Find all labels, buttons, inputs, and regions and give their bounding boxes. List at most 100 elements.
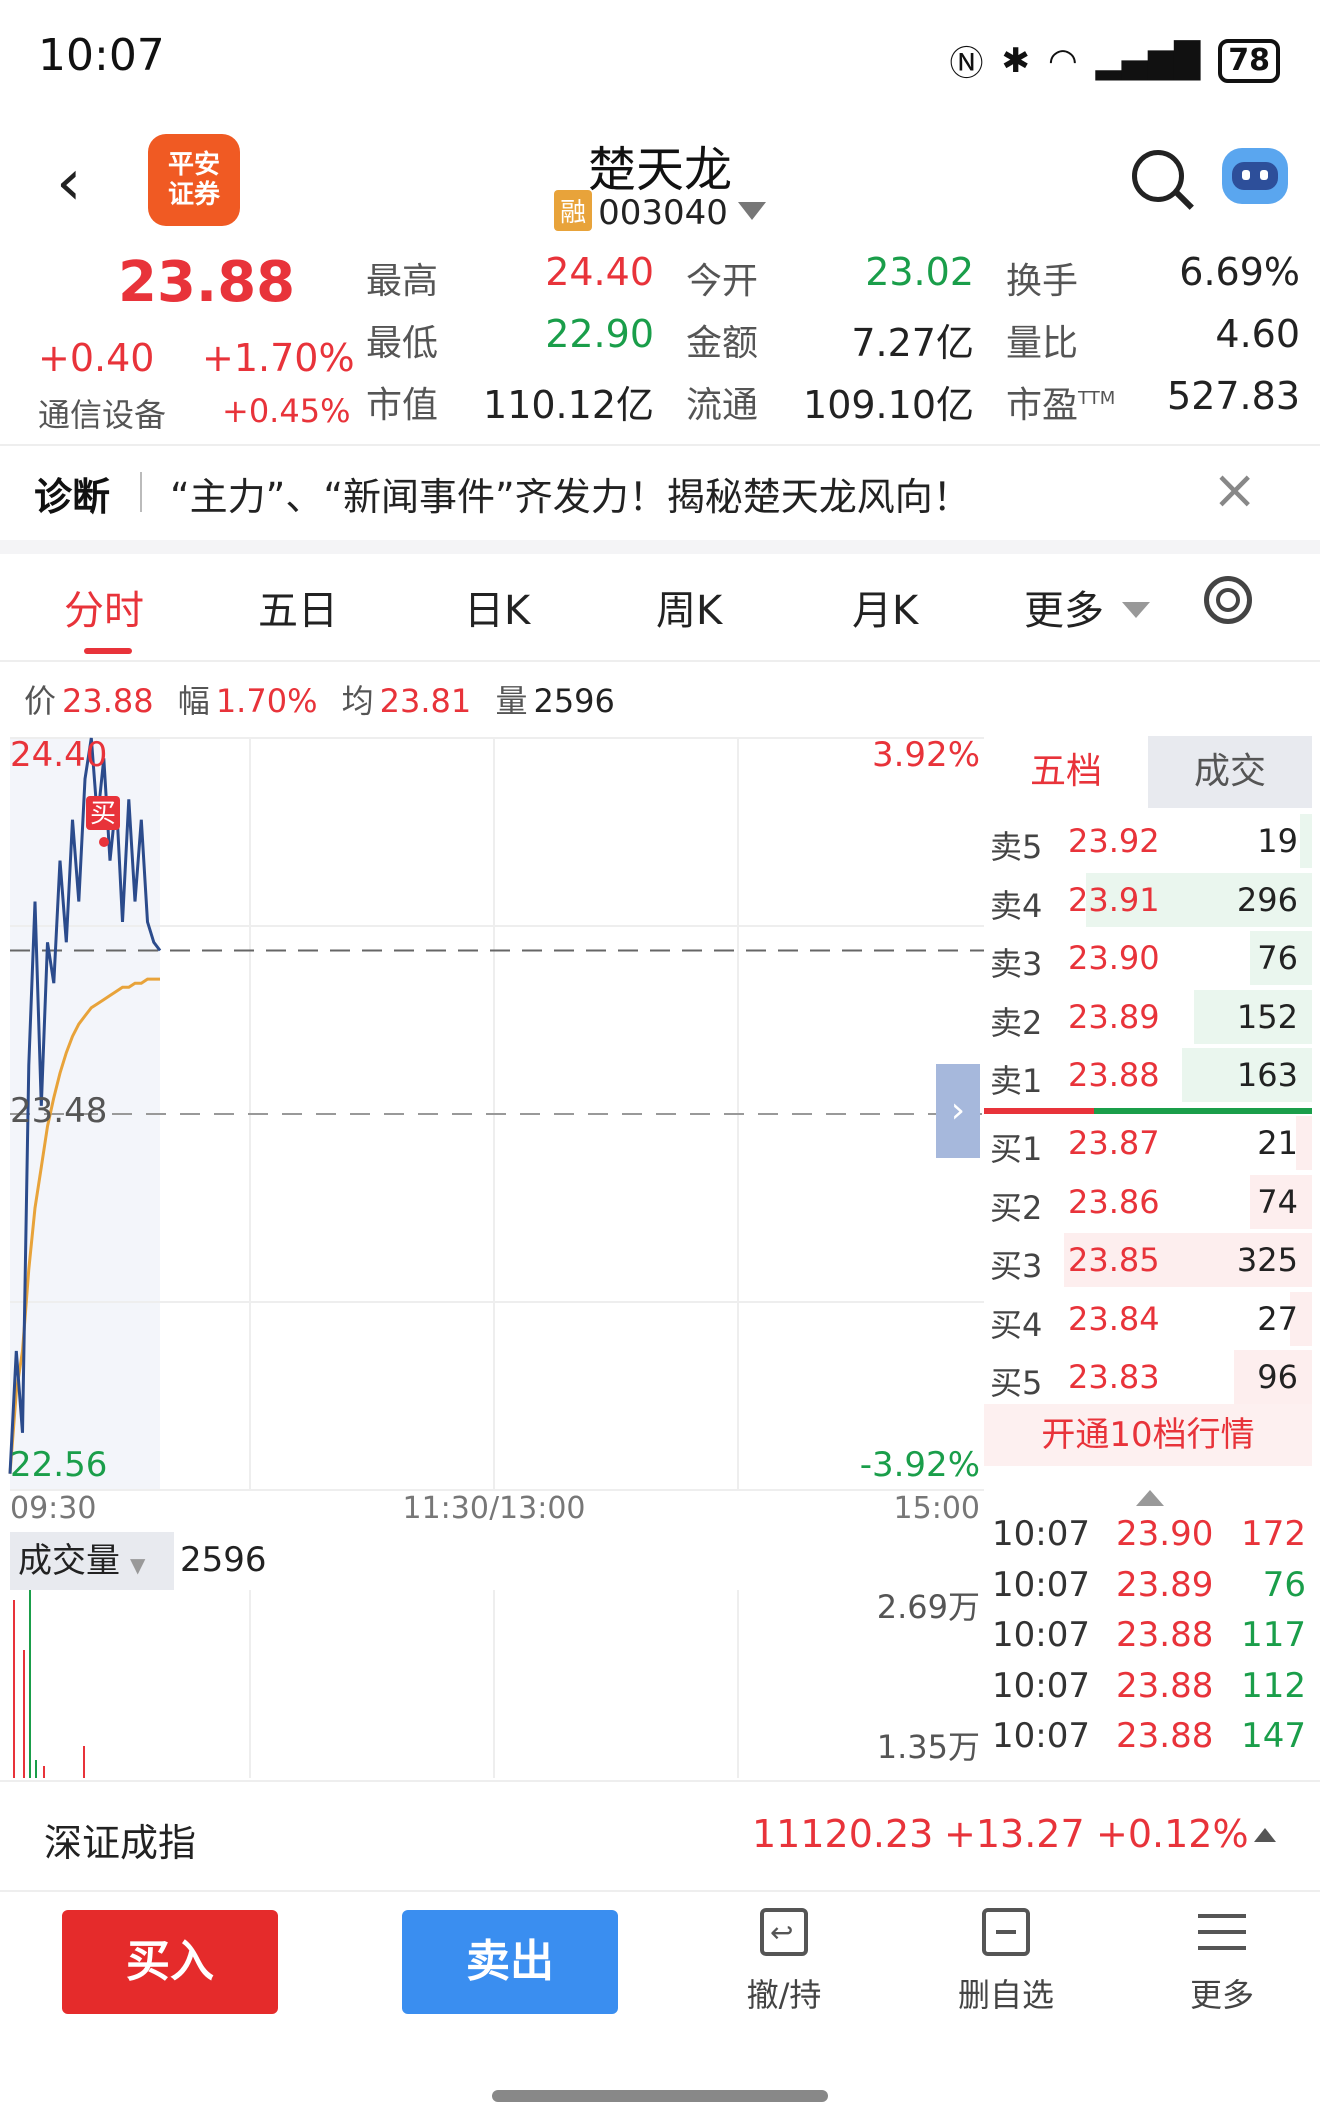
vol-label: 量	[495, 682, 528, 720]
x-label-open: 09:30	[10, 1491, 96, 1520]
home-indicator[interactable]	[492, 2090, 828, 2102]
quote-field-value: 24.40	[545, 250, 654, 294]
level-volume: 325	[1236, 1241, 1298, 1280]
ask-level-row[interactable]: 卖4 23.91 296	[984, 871, 1312, 929]
chevron-up-icon[interactable]	[1136, 1490, 1164, 1506]
level-label: 买4	[990, 1305, 1043, 1344]
trade-tick-row: 10:07 23.89 76	[984, 1565, 1312, 1615]
bid-ask-divider	[984, 1108, 1312, 1114]
chevron-up-icon[interactable]	[1254, 1828, 1276, 1842]
quote-panel: 23.88 +0.40 +1.70% 通信设备 +0.45% 最高 24.40 今开…	[0, 244, 1320, 446]
y-label-top: 24.40	[10, 735, 107, 775]
level-price: 23.88	[1068, 1056, 1160, 1095]
quote-field-label: 换手	[1006, 261, 1079, 302]
status-time: 10:07	[38, 30, 165, 81]
level-label: 买3	[990, 1247, 1043, 1286]
level-price: 23.87	[1068, 1124, 1160, 1162]
pct-label-bottom: -3.92%	[860, 1445, 980, 1485]
tab-five-levels[interactable]: 五档	[984, 736, 1148, 808]
volume-indicator-selector[interactable]: 成交量 ▼	[10, 1532, 174, 1590]
index-ticker[interactable]: 深证成指 11120.23 +13.27 +0.12%	[0, 1780, 1320, 1892]
tab-intraday[interactable]: 分时	[64, 578, 144, 636]
status-bar: 10:07 Ⓝ ✱ ◠ ▂▄▆█ 78	[0, 0, 1320, 110]
tick-price: 23.88	[1116, 1716, 1214, 1756]
search-icon[interactable]	[1132, 150, 1184, 202]
level-price: 23.86	[1068, 1182, 1160, 1221]
more-button[interactable]: 更多	[1162, 1908, 1282, 2016]
index-value: 11120.23	[752, 1812, 934, 1856]
bid-level-row[interactable]: 买5 23.83 96	[984, 1348, 1312, 1406]
bid-level-row[interactable]: 买1 23.87 21	[984, 1114, 1312, 1172]
pct-label-top: 3.92%	[872, 735, 980, 775]
gear-icon[interactable]	[1204, 576, 1252, 624]
level-volume: 19	[1257, 822, 1298, 860]
tab-daily-k[interactable]: 日K	[464, 578, 530, 636]
level-volume: 296	[1236, 880, 1298, 919]
level-volume: 27	[1257, 1299, 1298, 1338]
level-volume: 74	[1257, 1182, 1298, 1221]
robot-assistant-icon[interactable]	[1222, 148, 1288, 204]
tick-time: 10:07	[992, 1615, 1090, 1655]
tab-weekly-k[interactable]: 周K	[656, 578, 722, 636]
tick-time: 10:07	[992, 1564, 1090, 1605]
level-price: 23.92	[1068, 822, 1160, 860]
amp-label: 幅	[177, 682, 210, 720]
level-label: 卖4	[990, 886, 1043, 925]
industry-name[interactable]: 通信设备	[38, 390, 166, 436]
current-price: 23.88	[118, 250, 296, 315]
quote-field-label: 今开	[686, 261, 759, 302]
remove-watchlist-button[interactable]: 删自选	[946, 1908, 1066, 2016]
bid-level-row[interactable]: 买4 23.84 27	[984, 1290, 1312, 1348]
ask-level-row[interactable]: 卖1 23.88 163	[984, 1046, 1312, 1104]
tab-trades[interactable]: 成交	[1148, 736, 1312, 808]
ask-level-row[interactable]: 卖5 23.92 19	[984, 812, 1312, 870]
ask-level-row[interactable]: 卖2 23.89 152	[984, 988, 1312, 1046]
level-price: 23.83	[1068, 1358, 1160, 1397]
y-label-mid: 23.48	[10, 1091, 107, 1131]
bid-level-row[interactable]: 买2 23.86 74	[984, 1173, 1312, 1231]
tick-volume: 117	[1241, 1615, 1306, 1655]
quote-field-value: 7.27亿	[851, 321, 974, 365]
tab-five-day[interactable]: 五日	[258, 578, 338, 636]
index-name: 深证成指	[44, 1821, 197, 1865]
depth-bar	[1296, 1116, 1312, 1170]
level-volume: 96	[1257, 1358, 1298, 1397]
close-icon[interactable]: ×	[1212, 458, 1257, 521]
ttm-superscript: TTM	[1078, 388, 1116, 409]
stock-header: ‹ 平安 证券 楚天龙 融 003040	[0, 110, 1320, 240]
tick-price: 23.88	[1116, 1615, 1214, 1655]
buy-marker-label: 买	[90, 799, 116, 829]
level-price: 23.89	[1068, 997, 1160, 1036]
stock-code-selector[interactable]: 融 003040	[0, 190, 1320, 233]
price-change-pct: +1.70%	[202, 336, 355, 380]
upgrade-level10-button[interactable]: 开通10档行情	[984, 1404, 1312, 1466]
sell-button[interactable]: 卖出	[402, 1910, 618, 2014]
bluetooth-icon: ✱	[1001, 40, 1030, 81]
chevron-down-icon	[1122, 602, 1150, 618]
buy-button[interactable]: 买入	[62, 1910, 278, 2014]
quote-field-label: 金额	[686, 323, 759, 364]
quote-field-value: 4.60	[1215, 312, 1300, 356]
tab-underline	[84, 648, 132, 654]
intraday-chart[interactable]: 买 24.40 23.48 22.56 3.92% -3.92% 09:30 1…	[0, 730, 984, 1520]
cancel-hold-button[interactable]: ↩ 撤/持	[724, 1908, 844, 2016]
x-label-mid: 11:30/13:00	[402, 1491, 585, 1520]
tab-monthly-k[interactable]: 月K	[852, 578, 918, 636]
quote-field-value: 22.90	[545, 312, 654, 356]
quote-field-label: 市盈TTM	[1006, 385, 1116, 426]
nfc-icon: Ⓝ	[949, 44, 984, 84]
diagnosis-banner[interactable]: 诊断 “主力”、“新闻事件”齐发力！揭秘楚天龙风向！ ×	[0, 448, 1320, 554]
tick-time: 10:07	[992, 1514, 1090, 1554]
chart-tabs: 分时 五日 日K 周K 月K 更多	[0, 556, 1320, 662]
bid-level-row[interactable]: 买3 23.85 325	[984, 1231, 1312, 1289]
ask-level-row[interactable]: 卖3 23.90 76	[984, 929, 1312, 987]
divider	[140, 472, 142, 512]
tab-more[interactable]: 更多	[1024, 578, 1150, 636]
index-change-pct: +0.12%	[1096, 1812, 1249, 1856]
amp-value: 1.70%	[215, 682, 318, 720]
quote-field-label: 最高	[366, 261, 439, 302]
stock-code: 003040	[598, 193, 728, 233]
level-price: 23.84	[1068, 1299, 1160, 1338]
diagnosis-text: “主力”、“新闻事件”齐发力！揭秘楚天龙风向！	[170, 475, 971, 519]
tick-volume: 147	[1241, 1716, 1306, 1756]
